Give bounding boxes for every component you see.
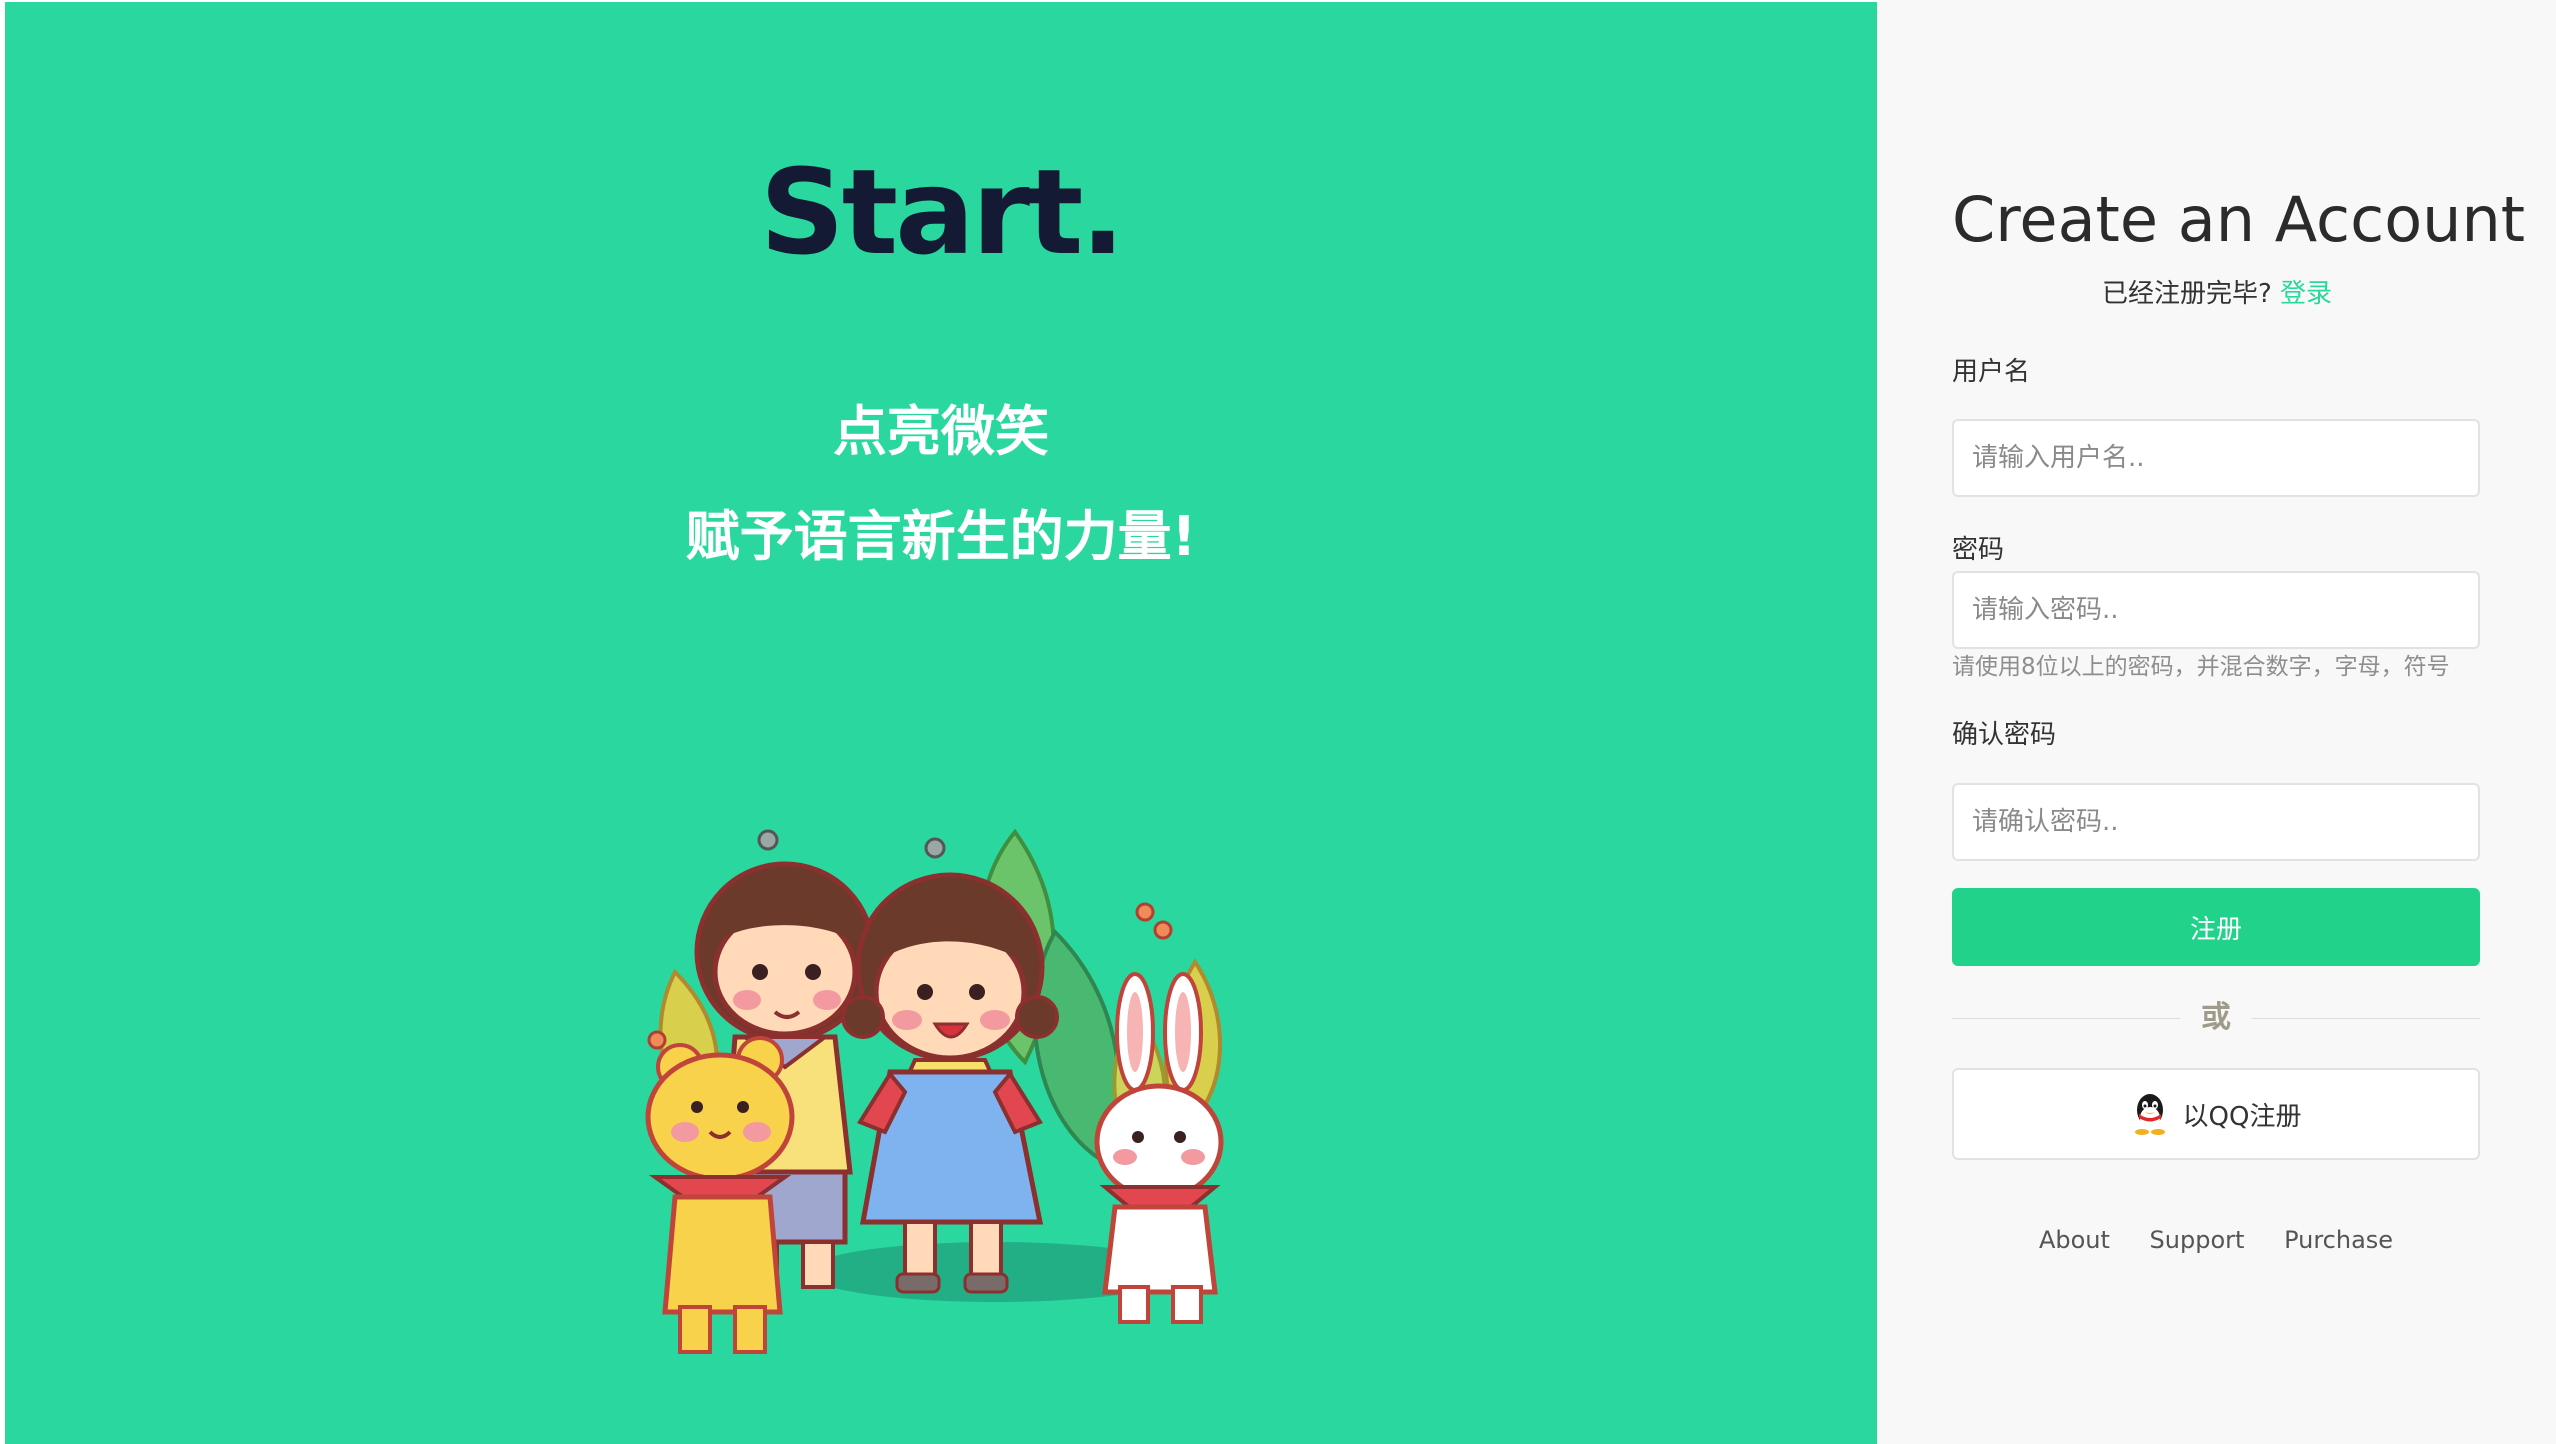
or-divider: 或 — [1952, 998, 2480, 1038]
divider-line-right — [2252, 1018, 2480, 1019]
username-label: 用户名 — [1952, 357, 2031, 387]
children-illustration — [645, 828, 1224, 1354]
brand-logo: Start. — [759, 143, 1125, 281]
signup-panel: Create an Account 已经注册完毕? 登录 用户名 密码 请使用8… — [1877, 0, 2556, 1444]
password-input[interactable] — [1952, 571, 2480, 649]
footer-link-purchase[interactable]: Purchase — [2284, 1226, 2393, 1254]
login-prompt: 已经注册完毕? 登录 — [1952, 274, 2482, 314]
password-label: 密码 — [1952, 535, 2005, 565]
footer-link-support[interactable]: Support — [2150, 1226, 2245, 1254]
login-link[interactable]: 登录 — [2280, 279, 2332, 309]
username-input[interactable] — [1952, 419, 2480, 497]
slogan-line-1: 点亮微笑 — [833, 400, 1049, 463]
hero-panel: Start. 点亮微笑 赋予语言新生的力量! — [5, 2, 1877, 1444]
register-button[interactable]: 注册 — [1952, 888, 2480, 966]
slogan-line-2: 赋予语言新生的力量! — [685, 505, 1197, 568]
page-title: Create an Account — [1952, 183, 2526, 256]
qq-penguin-icon — [2134, 1094, 2165, 1135]
footer-link-about[interactable]: About — [2039, 1226, 2110, 1254]
already-registered-text: 已经注册完毕? — [2101, 279, 2272, 309]
footer-links: About Support Purchase — [1952, 1220, 2480, 1260]
confirm-password-label: 确认密码 — [1952, 720, 2057, 750]
qq-register-button[interactable]: 以QQ注册 — [1952, 1068, 2480, 1160]
confirm-password-input[interactable] — [1952, 783, 2480, 861]
password-hint: 请使用8位以上的密码，并混合数字，字母，符号 — [1952, 654, 2450, 680]
qq-register-label: 以QQ注册 — [2182, 1101, 2302, 1132]
